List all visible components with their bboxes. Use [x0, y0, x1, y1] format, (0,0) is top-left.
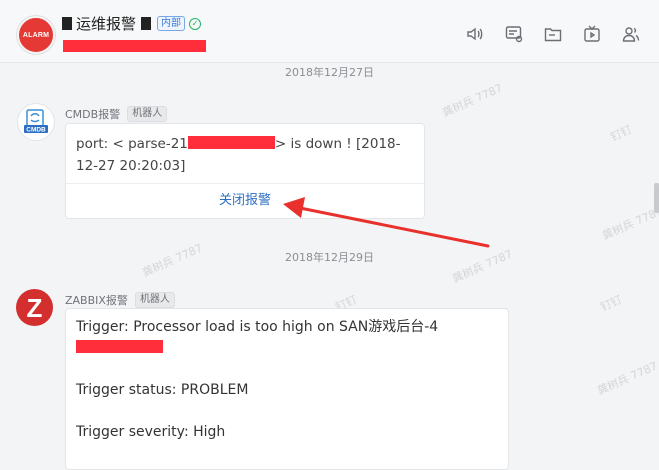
group-avatar[interactable]: ALARM [17, 16, 55, 54]
group-title-row: 运维报警 内部 ✓ [62, 13, 202, 34]
message-line: Trigger status: PROBLEM [76, 382, 249, 398]
sender-row: CMDB报警 机器人 [65, 106, 168, 122]
text-redaction [76, 340, 163, 353]
group-title: 运维报警 [76, 15, 137, 33]
message-card: port: < parse-21 > is down ! [2018-12-27 … [65, 123, 425, 219]
sender-row: ZABBIX报警 机器人 [65, 292, 175, 308]
scrollbar-thumb[interactable] [654, 183, 659, 213]
text-redaction [187, 136, 275, 149]
message-text-part: port: < parse-21 [76, 136, 188, 152]
title-redaction-left [62, 17, 72, 30]
title-redaction-right [141, 17, 152, 30]
tv-icon[interactable] [580, 22, 604, 46]
zabbix-avatar-text: Z [26, 292, 43, 323]
bot-tag: 机器人 [134, 292, 175, 308]
group-avatar-text: ALARM [22, 31, 50, 39]
cmdb-avatar[interactable]: CMDB [17, 103, 55, 141]
message-settings-icon[interactable] [502, 22, 526, 46]
verified-icon: ✓ [189, 17, 202, 30]
message-text: port: < parse-21 > is down ! [2018-12-27 … [66, 124, 424, 183]
message-card: Trigger: Processor load is too high on S… [65, 308, 509, 470]
watermark: 钉钉 [608, 123, 634, 144]
folder-icon[interactable] [541, 22, 565, 46]
speaker-icon[interactable] [463, 22, 487, 46]
date-divider: 2018年12月29日 [285, 251, 374, 264]
subtitle-redaction [63, 40, 206, 52]
members-icon[interactable] [619, 22, 643, 46]
sender-name[interactable]: CMDB报警 [65, 106, 120, 122]
zabbix-avatar[interactable]: Z [16, 289, 53, 326]
watermark: 钉钉 [598, 293, 624, 314]
close-alarm-button[interactable]: 关闭报警 [66, 184, 424, 217]
message-text: Trigger: Processor load is too high on S… [66, 309, 508, 451]
watermark: 龚树兵 7787 [440, 81, 505, 120]
watermark: 龚树兵 7787 [600, 204, 659, 243]
message-line: Trigger severity: High [76, 424, 226, 440]
cmdb-avatar-text: CMDB [26, 127, 46, 134]
watermark: 龚树兵 7787 [595, 359, 659, 398]
internal-tag: 内部 [157, 16, 186, 31]
sender-name[interactable]: ZABBIX报警 [65, 292, 128, 308]
date-divider: 2018年12月27日 [285, 66, 374, 79]
message-line: Trigger: Processor load is too high on S… [76, 319, 439, 335]
bot-tag: 机器人 [127, 106, 168, 122]
header-toolbar [448, 22, 643, 46]
chat-header: ALARM 运维报警 内部 ✓ [0, 0, 659, 63]
cmdb-logo-icon: CMDB [24, 109, 48, 134]
